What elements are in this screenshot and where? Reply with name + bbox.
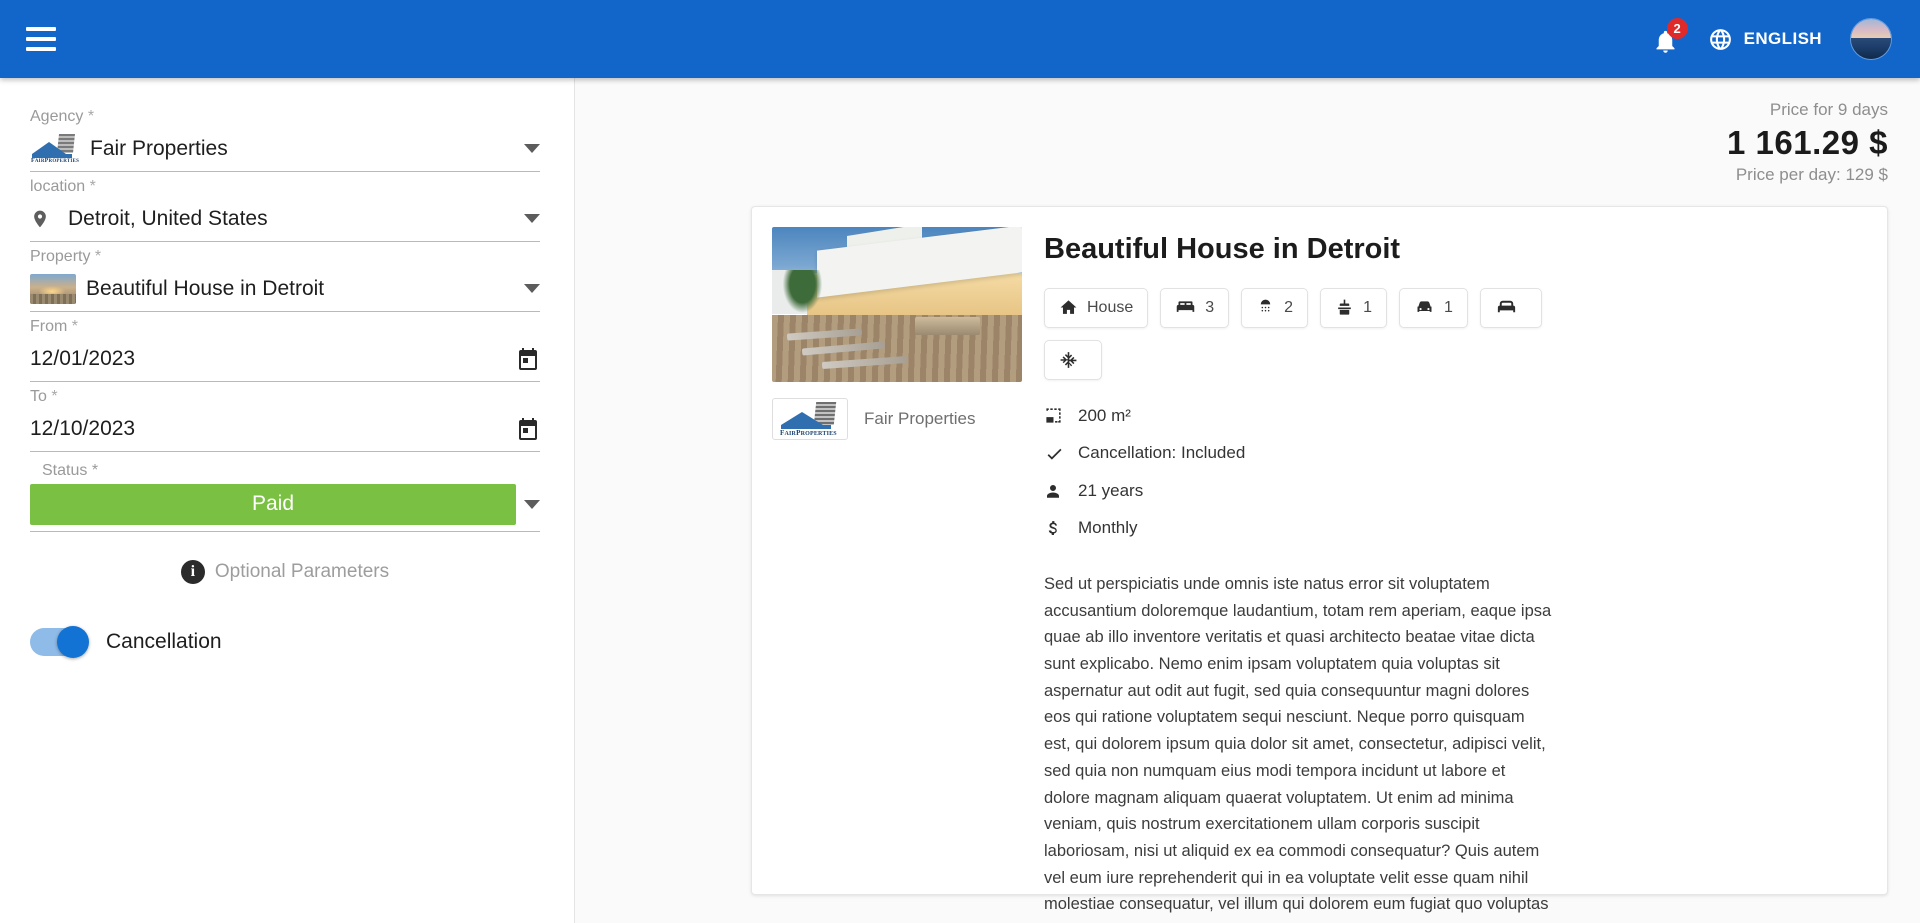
to-date-field: To * 12/10/2023: [30, 388, 540, 452]
property-title: Beautiful House in Detroit: [1044, 232, 1401, 265]
language-selector[interactable]: ENGLISH: [1708, 27, 1822, 52]
optional-parameters-toggle[interactable]: i Optional Parameters: [30, 560, 540, 584]
detail-payment-text: Monthly: [1078, 517, 1138, 537]
cancellation-label: Cancellation: [106, 630, 222, 653]
avatar-sea: [1851, 38, 1891, 59]
property-value: Beautiful House in Detroit: [86, 276, 325, 300]
chip-bathrooms[interactable]: 2: [1241, 287, 1309, 328]
from-date-label: From *: [30, 318, 79, 335]
fair-properties-logo-icon: FAIRPROPERTIES: [772, 397, 848, 440]
price-summary: Price for 9 days 1 161.29 $ Price per da…: [575, 78, 1920, 187]
calendar-icon[interactable]: [516, 347, 540, 371]
location-select[interactable]: Detroit, United States: [30, 198, 540, 242]
dollar-icon: [1044, 519, 1078, 537]
person-icon: [1044, 482, 1078, 500]
from-date-input[interactable]: 12/01/2023: [30, 338, 540, 382]
property-card-left: FAIRPROPERTIES Fair Properties: [772, 226, 1022, 874]
chip-living-room[interactable]: [1479, 287, 1542, 328]
status-badge: Paid: [30, 484, 516, 525]
avatar-sky: [1851, 19, 1891, 39]
detail-age: 21 years: [1044, 481, 1867, 501]
location-field: location * Detroit, United States: [30, 178, 540, 242]
toggle-knob: [57, 626, 89, 658]
to-date-value: 12/10/2023: [30, 416, 136, 440]
price-heading: Price for 9 days: [1769, 100, 1888, 119]
detail-area: 200 m²: [1044, 406, 1867, 426]
hamburger-menu-icon[interactable]: [26, 27, 56, 51]
property-label: Property *: [30, 248, 102, 265]
agency-value: Fair Properties: [90, 136, 228, 160]
calendar-icon[interactable]: [516, 417, 540, 441]
app-header: 2 ENGLISH: [0, 0, 1920, 78]
check-icon: [1044, 443, 1078, 464]
chevron-down-icon[interactable]: [524, 214, 540, 223]
agency-field: Agency * FAIRPROPERTIES Fair Properties: [30, 108, 540, 172]
info-icon: i: [180, 560, 205, 584]
to-date-label: To *: [30, 388, 58, 405]
from-date-field: From * 12/01/2023: [30, 318, 540, 382]
booking-form-sidebar: Agency * FAIRPROPERTIES Fair Properties …: [0, 78, 575, 923]
detail-area-text: 200 m²: [1078, 405, 1131, 425]
card-agency-name: Fair Properties: [864, 408, 976, 428]
language-label: ENGLISH: [1743, 29, 1822, 48]
detail-cancellation: Cancellation: Included: [1044, 443, 1867, 464]
detail-age-text: 21 years: [1078, 480, 1144, 500]
property-card: FAIRPROPERTIES Fair Properties Beautiful…: [751, 205, 1888, 923]
property-photo: [772, 226, 1022, 382]
user-avatar[interactable]: [1850, 18, 1892, 60]
location-label: location *: [30, 178, 96, 195]
chip-bathrooms-count: 2: [1284, 298, 1294, 316]
optional-parameters-label: Optional Parameters: [214, 561, 390, 582]
notifications-button[interactable]: 2: [1650, 18, 1688, 56]
chip-property-type[interactable]: House: [1044, 287, 1149, 328]
cancellation-toggle[interactable]: [30, 626, 89, 658]
snowflake-icon: [1060, 351, 1077, 368]
area-icon: [1044, 406, 1078, 425]
chevron-down-icon[interactable]: [524, 500, 540, 509]
status-select[interactable]: Paid: [30, 484, 540, 532]
house-icon: [1060, 300, 1077, 315]
chip-bedrooms-count: 3: [1205, 298, 1215, 316]
map-pin-icon: [30, 206, 68, 232]
header-actions: 2 ENGLISH: [1650, 18, 1892, 60]
price-total: 1 161.29 $: [1727, 123, 1888, 161]
status-label: Status *: [42, 462, 99, 479]
property-description: Sed ut perspiciatis unde omnis iste natu…: [1044, 574, 1552, 923]
bed-icon: [1177, 301, 1195, 313]
chip-kitchens-count: 1: [1363, 298, 1372, 316]
price-per-day: Price per day: 129 $: [1735, 165, 1888, 185]
from-date-value: 12/01/2023: [30, 346, 136, 370]
chip-bedrooms[interactable]: 3: [1160, 287, 1230, 328]
car-icon: [1417, 301, 1432, 313]
kitchen-sink-icon: [1338, 299, 1351, 315]
chip-parking[interactable]: 1: [1398, 287, 1468, 328]
agency-label: Agency *: [30, 108, 95, 125]
location-value: Detroit, United States: [68, 206, 268, 230]
chevron-down-icon[interactable]: [524, 284, 540, 293]
property-card-right: Beautiful House in Detroit House 3 2 1 1…: [1022, 227, 1867, 923]
chip-kitchens[interactable]: 1: [1320, 287, 1387, 328]
chip-property-type-label: House: [1087, 298, 1134, 316]
card-agency-row: FAIRPROPERTIES Fair Properties: [772, 397, 1022, 440]
notification-badge: 2: [1666, 18, 1688, 39]
feature-chips: House 3 2 1 1: [1044, 287, 1604, 380]
status-field: Status * Paid: [30, 462, 540, 532]
agency-logo-icon: FAIRPROPERTIES: [30, 133, 80, 164]
property-select[interactable]: Beautiful House in Detroit: [30, 268, 540, 312]
shower-icon: [1260, 299, 1271, 312]
chevron-down-icon[interactable]: [524, 144, 540, 153]
property-field: Property * Beautiful House in Detroit: [30, 248, 540, 312]
detail-payment: Monthly: [1044, 518, 1867, 538]
chip-parking-count: 1: [1443, 298, 1453, 316]
chip-air-conditioning[interactable]: [1044, 339, 1102, 380]
detail-cancellation-text: Cancellation: Included: [1078, 443, 1246, 463]
sofa-icon: [1497, 301, 1515, 313]
property-thumbnail: [30, 273, 76, 304]
agency-select[interactable]: FAIRPROPERTIES Fair Properties: [30, 128, 540, 172]
property-details-list: 200 m² Cancellation: Included 21 years M…: [1044, 406, 1867, 555]
cancellation-toggle-row: Cancellation: [30, 626, 540, 658]
globe-icon: [1709, 28, 1731, 50]
to-date-input[interactable]: 12/10/2023: [30, 408, 540, 452]
main-content: Price for 9 days 1 161.29 $ Price per da…: [575, 78, 1920, 923]
